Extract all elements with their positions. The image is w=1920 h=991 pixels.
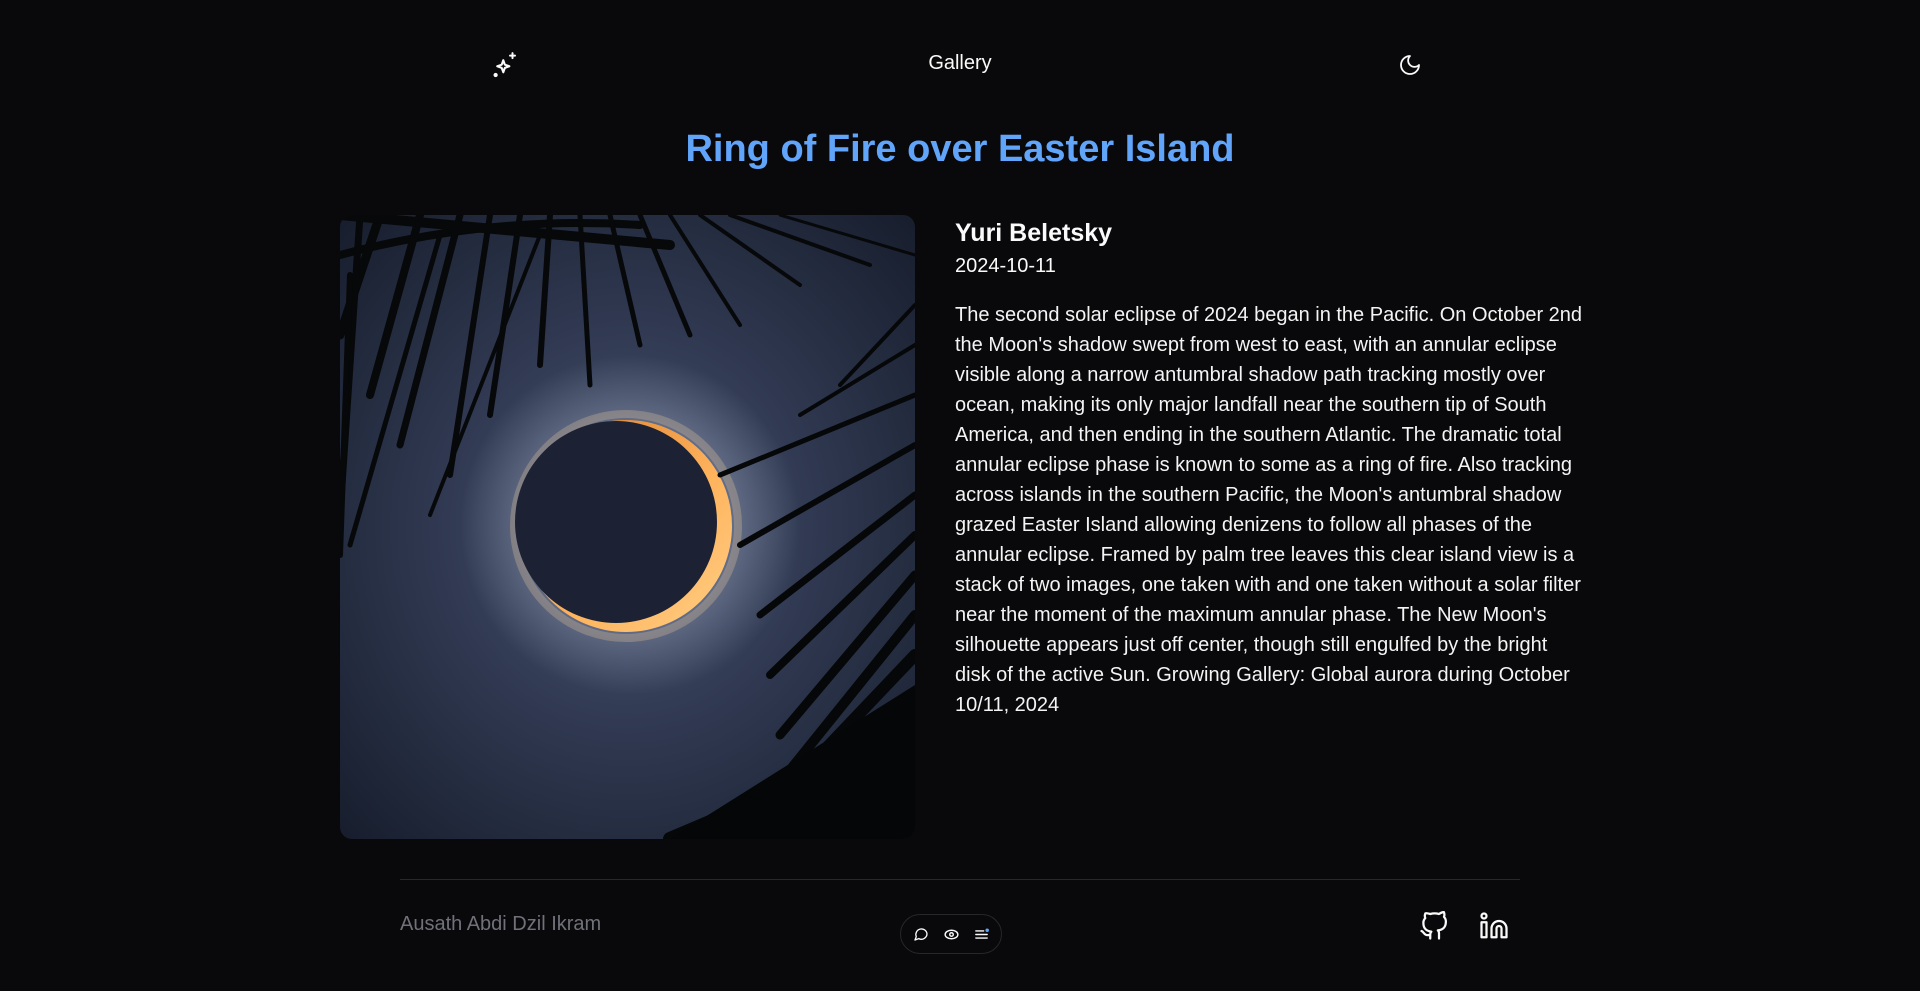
author-name: Yuri Beletsky [955, 219, 1113, 247]
site-header: Gallery [0, 0, 1920, 130]
apod-description: The second solar eclipse of 2024 began i… [955, 304, 1583, 716]
footer-author: Ausath Abdi Dzil Ikram [400, 913, 602, 935]
eye-icon[interactable] [940, 923, 962, 945]
apod-info: Yuri Beletsky 2024-10-11 The second sola… [955, 216, 1585, 720]
linkedin-icon[interactable] [1476, 908, 1512, 944]
apod-date: 2024-10-11 [955, 255, 1056, 277]
nav-gallery-link[interactable]: Gallery [928, 52, 991, 74]
nav-gallery-container: Gallery [0, 52, 1920, 75]
eclipse-photo [340, 215, 915, 839]
moon-icon[interactable] [1398, 49, 1422, 81]
page-title: Ring of Fire over Easter Island [685, 128, 1235, 170]
github-icon[interactable] [1416, 908, 1452, 944]
footer-divider [400, 879, 1520, 880]
menu-lines-icon[interactable] [970, 923, 992, 945]
chat-bubble-icon[interactable] [910, 923, 932, 945]
sparkles-icon[interactable] [488, 48, 522, 82]
floating-toolbar [900, 914, 1002, 954]
